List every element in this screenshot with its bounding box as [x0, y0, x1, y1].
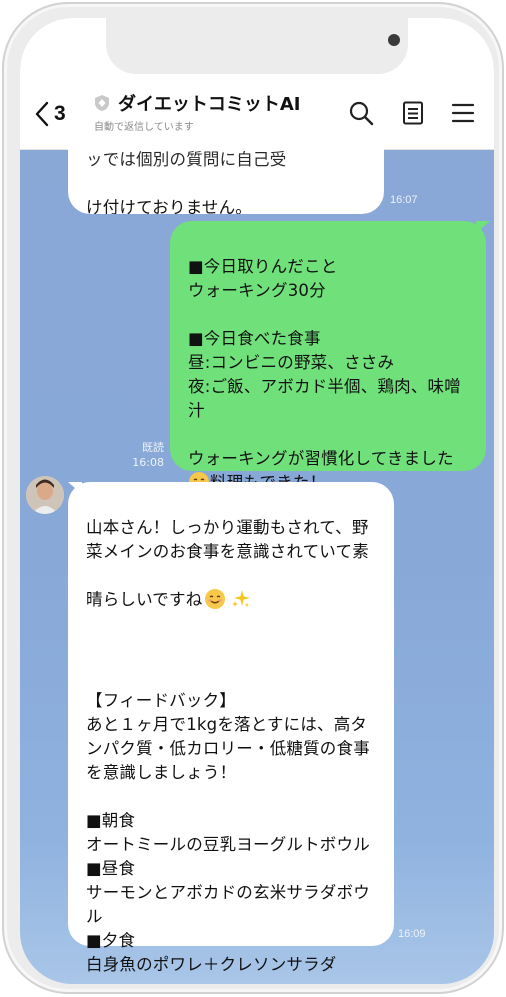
message-text: 山本さん！しっかり運動もされて、野菜メインのお食事を意識されていて素晴らしいです…	[86, 518, 369, 609]
phone-notch	[106, 18, 408, 74]
chat-title-area[interactable]: ダイエットコミットAI 自動で返信しています	[94, 90, 300, 133]
notes-icon	[403, 101, 423, 125]
shield-icon	[95, 95, 109, 111]
timestamp: 16:07	[390, 194, 418, 206]
message-bubble-bot-1: ッでは個別の質問に自己受 け付けておりません。 次の配信までお待ちください	[68, 136, 384, 214]
phone-frame: 3 ダイエットコミットAI 自動で返信しています ッでは個別の質問に自己受 け付…	[2, 2, 504, 994]
message-bubble-user: ■今日取りんだこと ウォーキング30分 ■今日食べた食事 昼:コンビニの野菜、さ…	[170, 221, 486, 492]
avatar[interactable]	[26, 476, 64, 514]
camera-icon	[388, 34, 400, 46]
message-text: 【フィードバック】 あと１ヶ月で1kgを落とすには、高タンパク質・低カロリー・低…	[86, 691, 370, 974]
unread-count: 3	[54, 102, 66, 125]
chat-title: ダイエットコミットAI	[118, 94, 301, 115]
timestamp: 16:09	[398, 928, 426, 940]
screen: 3 ダイエットコミットAI 自動で返信しています ッでは個別の質問に自己受 け付…	[20, 18, 494, 984]
read-label: 既読	[142, 441, 164, 454]
relieved-face-emoji	[204, 564, 226, 617]
back-button[interactable]: 3	[34, 100, 66, 128]
sparkles-emoji	[230, 564, 252, 617]
auto-reply-subtitle: 自動で返信しています	[94, 122, 194, 133]
read-receipt: 既読 16:08	[128, 440, 164, 470]
message-bubble-bot-2: 山本さん！しっかり運動もされて、野菜メインのお食事を意識されていて素晴らしいです…	[68, 482, 394, 974]
search-button[interactable]	[346, 98, 376, 128]
timestamp: 16:08	[132, 456, 164, 469]
message-text: け付けておりません。 次の配信までお待ちください	[86, 198, 253, 214]
menu-button[interactable]	[448, 98, 478, 128]
notes-button[interactable]	[398, 98, 428, 128]
back-chevron-icon	[35, 101, 49, 127]
clipped-line: ッでは個別の質問に自己受	[86, 150, 287, 169]
search-icon	[349, 101, 374, 126]
message-text: ■今日取りんだこと ウォーキング30分 ■今日食べた食事 昼:コンビニの野菜、さ…	[188, 257, 461, 468]
menu-icon	[451, 103, 475, 123]
